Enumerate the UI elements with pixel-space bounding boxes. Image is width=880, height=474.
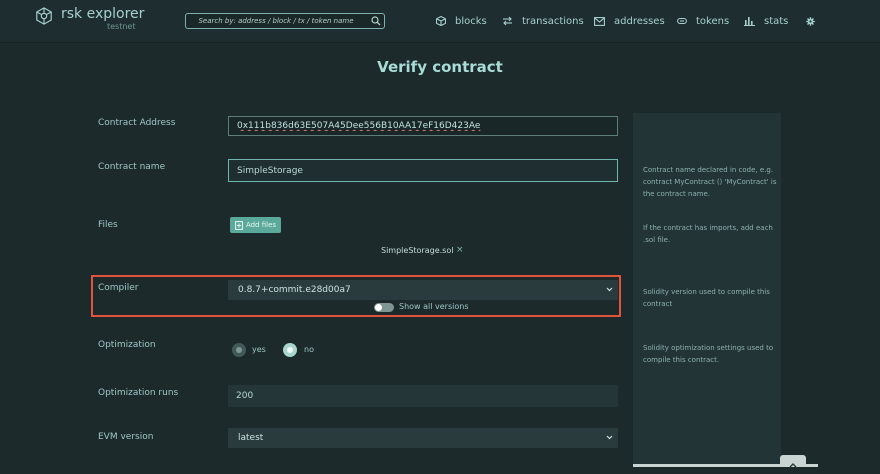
nav-addresses[interactable]: addresses [594,14,665,28]
search-box [185,13,385,29]
evm-version-select[interactable]: latest [228,428,618,448]
file-plus-icon [235,220,243,230]
nav-tokens[interactable]: tokens [677,14,729,28]
optimization-no-label: no [304,345,314,354]
optimization-yes-radio[interactable] [232,343,246,357]
nav-transactions-label: transactions [522,15,584,27]
nav-addresses-label: addresses [614,15,665,27]
add-files-button[interactable]: Add files [230,217,281,233]
optimization-label: Optimization [98,340,156,350]
page-title: Verify contract [377,58,503,76]
contract-name-label: Contract name [98,162,166,172]
exchange-arrows-icon [503,16,512,26]
help-contract-name: Contract name declared in code, e.g. con… [643,166,777,198]
remove-file-icon[interactable]: × [456,245,464,255]
help-files: If the contract has imports, add each .s… [643,224,773,244]
optimization-no-radio[interactable] [283,343,297,357]
chevron-up-icon [789,463,797,468]
logo-name: rsk explorer [61,6,145,22]
rsk-logo-icon [36,7,52,25]
help-compiler: Solidity version used to compile this co… [643,288,770,308]
optimization-runs-input[interactable] [228,385,618,407]
file-name: SimpleStorage.sol [381,246,454,255]
optimization-yes-label: yes [252,345,266,354]
search-icon[interactable] [371,16,381,26]
logo-network: testnet [107,22,136,31]
evm-version-value: latest [238,433,264,443]
contract-name-input[interactable] [228,159,618,182]
envelope-icon [594,16,605,26]
nav-blocks[interactable]: blocks [436,14,487,28]
contract-address-input[interactable] [228,116,618,136]
chevron-down-icon [606,435,613,440]
nav-blocks-label: blocks [455,15,487,27]
contract-address-label: Contract Address [98,118,176,128]
bar-chart-icon [744,17,755,26]
top-navigation-bar: rsk explorer testnet blocks transactions [0,0,880,42]
nav-stats[interactable]: stats [744,14,788,28]
add-files-label: Add files [245,221,277,229]
files-label: Files [98,220,118,230]
settings-button[interactable] [806,14,824,28]
help-optimization: Solidity optimization settings used to c… [643,344,774,364]
nav-transactions[interactable]: transactions [502,14,584,28]
gear-icon [806,16,815,26]
nav-tokens-label: tokens [696,15,730,27]
cube-icon [436,16,446,26]
scroll-to-top-button[interactable] [780,455,806,468]
evm-version-label: EVM version [98,432,154,442]
logo[interactable]: rsk explorer testnet [35,5,145,37]
compiler-highlight-box [91,275,621,317]
search-input[interactable] [186,14,366,28]
nav-stats-label: stats [764,15,789,27]
token-icon [677,17,687,25]
optimization-runs-label: Optimization runs [98,388,179,398]
